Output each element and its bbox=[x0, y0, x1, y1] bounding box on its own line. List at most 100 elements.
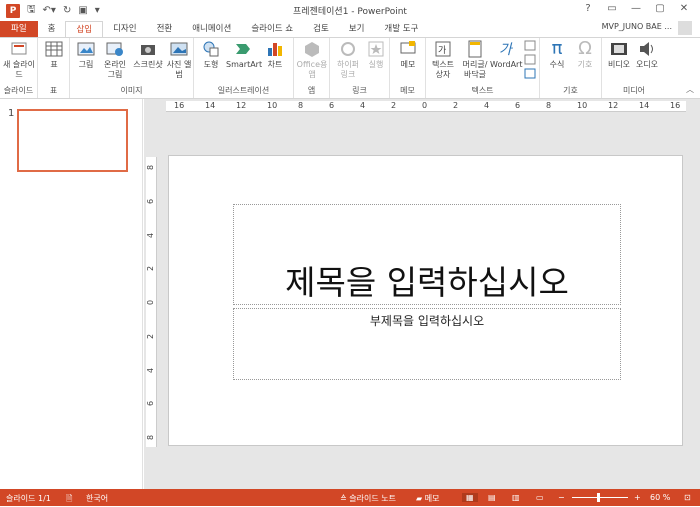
smartart-label: SmartArt bbox=[226, 60, 263, 69]
picture-icon bbox=[77, 42, 95, 56]
shapes-label: 도형 bbox=[203, 60, 219, 69]
screenshot-button[interactable]: 스크린샷 bbox=[132, 40, 164, 70]
group-slides: 새 슬라이드 슬라이드 bbox=[0, 38, 38, 98]
photo-album-button[interactable]: 사진 앨범 bbox=[166, 40, 192, 80]
office-apps-button[interactable]: Office용 앱 bbox=[296, 40, 328, 80]
video-icon bbox=[611, 43, 627, 55]
tab-developer[interactable]: 개발 도구 bbox=[374, 21, 428, 38]
tab-insert[interactable]: 삽입 bbox=[65, 21, 104, 38]
group-label-apps: 앱 bbox=[307, 86, 316, 95]
language-indicator[interactable]: 한국어 bbox=[86, 493, 108, 504]
tab-file[interactable]: 파일 bbox=[0, 21, 38, 38]
ruler-tick-label: 10 bbox=[577, 101, 588, 110]
maximize-button[interactable]: ▢ bbox=[648, 0, 672, 18]
tab-animations[interactable]: 애니메이션 bbox=[182, 21, 241, 38]
header-footer-label: 머리글/ 바닥글 bbox=[462, 60, 488, 79]
tab-home[interactable]: 홈 bbox=[38, 21, 66, 38]
close-button[interactable]: ✕ bbox=[672, 0, 696, 18]
slide-sorter-icon[interactable]: ▤ bbox=[488, 493, 496, 502]
comment-icon bbox=[400, 41, 416, 54]
photo-album-label: 사진 앨범 bbox=[166, 60, 192, 79]
smartart-button[interactable]: SmartArt bbox=[226, 40, 263, 70]
slide-thumbnail-pane[interactable]: 1 bbox=[0, 99, 143, 489]
ruler-tick-label: 0 bbox=[422, 101, 428, 110]
office-apps-label: Office용 앱 bbox=[296, 60, 328, 79]
ruler-tick-label: 12 bbox=[608, 101, 619, 110]
text-box-icon: 가 bbox=[435, 41, 451, 57]
wordart-icon: 가 bbox=[499, 42, 514, 58]
help-icon[interactable]: ? bbox=[576, 0, 600, 18]
tab-slide-show[interactable]: 슬라이드 쇼 bbox=[241, 21, 303, 38]
comments-label: 메모 bbox=[424, 494, 440, 503]
picture-button[interactable]: 그림 bbox=[74, 40, 98, 70]
zoom-slider-thumb[interactable] bbox=[597, 493, 600, 502]
comments-button[interactable]: ▰ 메모 bbox=[416, 493, 439, 504]
video-button[interactable]: 비디오 bbox=[606, 40, 632, 70]
shapes-button[interactable]: 도형 bbox=[198, 40, 224, 70]
ribbon-display-options-icon[interactable]: ▭ bbox=[600, 0, 624, 18]
tab-design[interactable]: 디자인 bbox=[103, 21, 146, 38]
zoom-slider-track[interactable] bbox=[572, 497, 628, 498]
group-links: 하이퍼링크 실행 링크 bbox=[330, 38, 390, 98]
group-table: 표 표 bbox=[38, 38, 70, 98]
slide-editor[interactable]: 16 14 12 10 8 6 4 2 0 2 4 6 8 10 12 14 16 8 6 4 2 0 2 4 6 8 제목을 … bbox=[144, 99, 700, 489]
audio-button[interactable]: 오디오 bbox=[634, 40, 660, 70]
comment-button[interactable]: 메모 bbox=[394, 40, 422, 70]
ruler-tick-label: 10 bbox=[267, 101, 278, 110]
text-box-button[interactable]: 가 텍스트 상자 bbox=[428, 40, 458, 80]
group-label-symbols: 기호 bbox=[563, 86, 578, 95]
zoom-in-button[interactable]: + bbox=[634, 493, 641, 502]
wordart-button[interactable]: 가 WordArt bbox=[490, 40, 522, 70]
slide-thumbnail[interactable] bbox=[17, 109, 128, 172]
new-slide-button[interactable]: 새 슬라이드 bbox=[2, 40, 36, 80]
ruler-tick-label: 6 bbox=[146, 401, 156, 407]
hyperlink-button[interactable]: 하이퍼링크 bbox=[334, 40, 362, 80]
group-label-media: 미디어 bbox=[622, 86, 646, 95]
text-more-buttons[interactable] bbox=[522, 40, 538, 82]
audio-label: 오디오 bbox=[635, 60, 659, 69]
symbol-button[interactable]: Ω 기호 bbox=[572, 40, 598, 70]
minimize-button[interactable]: — bbox=[624, 0, 648, 18]
normal-view-icon[interactable]: ▦ bbox=[462, 493, 478, 502]
ruler-tick-label: 6 bbox=[329, 101, 335, 110]
spellcheck-icon[interactable]: 🗎 bbox=[66, 493, 72, 507]
collapse-ribbon-icon[interactable]: ︿ bbox=[686, 84, 694, 95]
ruler-tick-label: 4 bbox=[146, 232, 156, 238]
online-pictures-icon bbox=[106, 42, 123, 56]
notes-button[interactable]: ≙ 슬라이드 노트 bbox=[340, 493, 396, 504]
text-small-icons bbox=[524, 40, 536, 79]
slide-canvas[interactable]: 제목을 입력하십시오 부제목을 입력하십시오 bbox=[168, 155, 683, 446]
ruler-tick-label: 4 bbox=[146, 367, 156, 373]
chart-button[interactable]: 차트 bbox=[262, 40, 288, 70]
ruler-tick-label: 14 bbox=[639, 101, 650, 110]
tab-transitions[interactable]: 전환 bbox=[147, 21, 183, 38]
group-label-illustrations: 일러스트레이션 bbox=[217, 86, 270, 95]
online-pictures-button[interactable]: 온라인 그림 bbox=[100, 40, 130, 80]
new-slide-icon bbox=[11, 42, 27, 55]
text-box-label: 텍스트 상자 bbox=[431, 60, 455, 79]
group-label-slides: 슬라이드 bbox=[3, 86, 34, 95]
fit-to-window-icon[interactable]: ⊡ bbox=[684, 493, 691, 502]
video-label: 비디오 bbox=[607, 60, 631, 69]
ruler-tick-label: 14 bbox=[205, 101, 216, 110]
avatar[interactable] bbox=[678, 21, 692, 35]
title-placeholder[interactable]: 제목을 입력하십시오 bbox=[233, 204, 621, 305]
action-button[interactable]: 실행 bbox=[364, 40, 388, 70]
header-footer-button[interactable]: 머리글/ 바닥글 bbox=[459, 40, 491, 80]
ruler-tick-label: 2 bbox=[146, 266, 156, 272]
svg-text:가: 가 bbox=[499, 42, 514, 58]
zoom-level[interactable]: 60 % bbox=[650, 493, 670, 502]
zoom-out-button[interactable]: − bbox=[558, 493, 565, 502]
group-symbols: π 수식 Ω 기호 기호 bbox=[540, 38, 602, 98]
tab-review[interactable]: 검토 bbox=[303, 21, 339, 38]
table-button[interactable]: 표 bbox=[42, 40, 66, 70]
equation-button[interactable]: π 수식 bbox=[544, 40, 570, 70]
group-apps: Office용 앱 앱 bbox=[294, 38, 330, 98]
group-label-links: 링크 bbox=[352, 86, 367, 95]
reading-view-icon[interactable]: ▥ bbox=[512, 493, 520, 502]
online-pictures-label: 온라인 그림 bbox=[103, 60, 127, 79]
subtitle-placeholder[interactable]: 부제목을 입력하십시오 bbox=[233, 308, 621, 380]
user-account[interactable]: MVP_JUNO BAE ... bbox=[602, 22, 672, 31]
slide-show-icon[interactable]: ▭ bbox=[536, 493, 544, 502]
tab-view[interactable]: 보기 bbox=[339, 21, 375, 38]
